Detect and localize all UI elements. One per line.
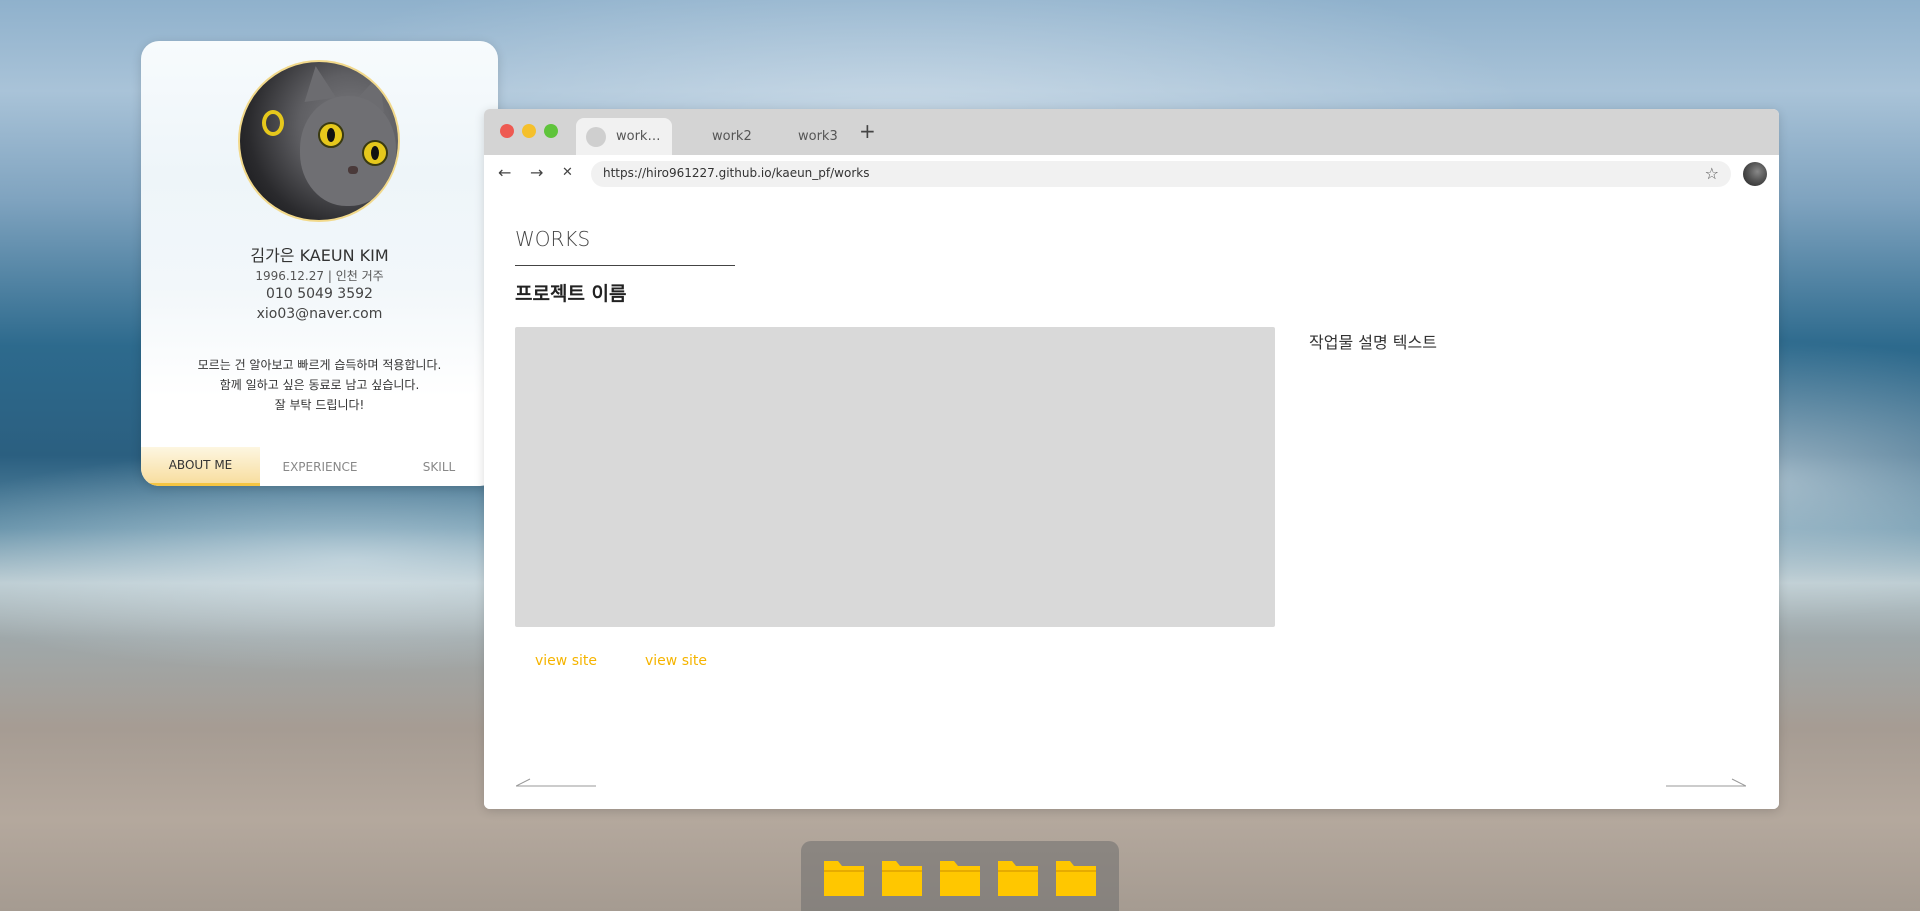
tab-skill[interactable]: SKILL [380,447,498,486]
profile-phone: 010 5049 3592 [266,286,373,302]
browser-tab-work2[interactable]: work2 [712,118,772,155]
close-window-button[interactable] [500,124,514,138]
title-divider [515,265,735,266]
browser-tab-label: work… [616,129,661,144]
profile-avatar-icon[interactable] [1743,162,1767,186]
forward-icon[interactable]: → [530,163,543,182]
browser-toolbar: ← → ✕ https://hiro961227.github.io/kaeun… [484,155,1779,193]
url-text: https://hiro961227.github.io/kaeun_pf/wo… [603,166,870,180]
profile-tabs: ABOUT ME EXPERIENCE SKILL [141,447,498,486]
intro-line: 함께 일하고 싶은 동료로 남고 싶습니다. [219,378,420,392]
cat-photo [240,62,398,220]
next-arrow-icon[interactable] [1666,778,1746,790]
dock [801,841,1119,911]
profile-birth-location: 1996.12.27 | 인천 거주 [255,269,384,283]
view-site-link[interactable]: view site [645,653,707,669]
tab-about-me[interactable]: ABOUT ME [141,447,260,486]
tab-experience[interactable]: EXPERIENCE [260,447,380,486]
favicon-icon [586,126,606,147]
browser-tab-label: work2 [712,129,752,144]
maximize-window-button[interactable] [544,124,558,138]
view-site-link[interactable]: view site [535,653,597,669]
back-icon[interactable]: ← [498,163,511,182]
prev-arrow-icon[interactable] [516,778,596,790]
folder-icon[interactable] [881,857,923,897]
folder-icon[interactable] [1055,857,1097,897]
browser-window: work… work2 work3 + ← → ✕ https://hiro96… [484,109,1779,809]
minimize-window-button[interactable] [522,124,536,138]
section-title: WORKS [515,227,591,251]
intro-line: 잘 부탁 드립니다! [274,398,365,412]
tab-strip: work… work2 work3 + [484,109,1779,155]
page-content: WORKS 프로젝트 이름 작업물 설명 텍스트 view site view … [484,193,1779,809]
profile-intro: 모르는 건 알아보고 빠르게 습득하며 적용합니다. 함께 일하고 싶은 동료로… [141,355,498,415]
project-preview-image [515,327,1275,627]
new-tab-button[interactable]: + [859,119,876,143]
profile-email: xio03@naver.com [256,306,383,322]
browser-tab-work3[interactable]: work3 [798,118,858,155]
project-description: 작업물 설명 텍스트 [1309,333,1437,352]
stop-loading-icon[interactable]: ✕ [562,165,573,180]
toy-ring [262,110,284,136]
browser-tab-label: work3 [798,129,838,144]
bookmark-star-icon[interactable]: ☆ [1705,164,1719,183]
address-bar[interactable]: https://hiro961227.github.io/kaeun_pf/wo… [591,161,1731,187]
browser-tab-work1[interactable]: work… [576,118,672,155]
profile-card: 김가은 KAEUN KIM 1996.12.27 | 인천 거주 010 504… [141,41,498,486]
folder-icon[interactable] [997,857,1039,897]
project-name: 프로젝트 이름 [515,283,627,305]
avatar [238,60,400,222]
profile-name: 김가은 KAEUN KIM [250,246,389,265]
intro-line: 모르는 건 알아보고 빠르게 습득하며 적용합니다. [197,358,442,372]
folder-icon[interactable] [823,857,865,897]
folder-icon[interactable] [939,857,981,897]
